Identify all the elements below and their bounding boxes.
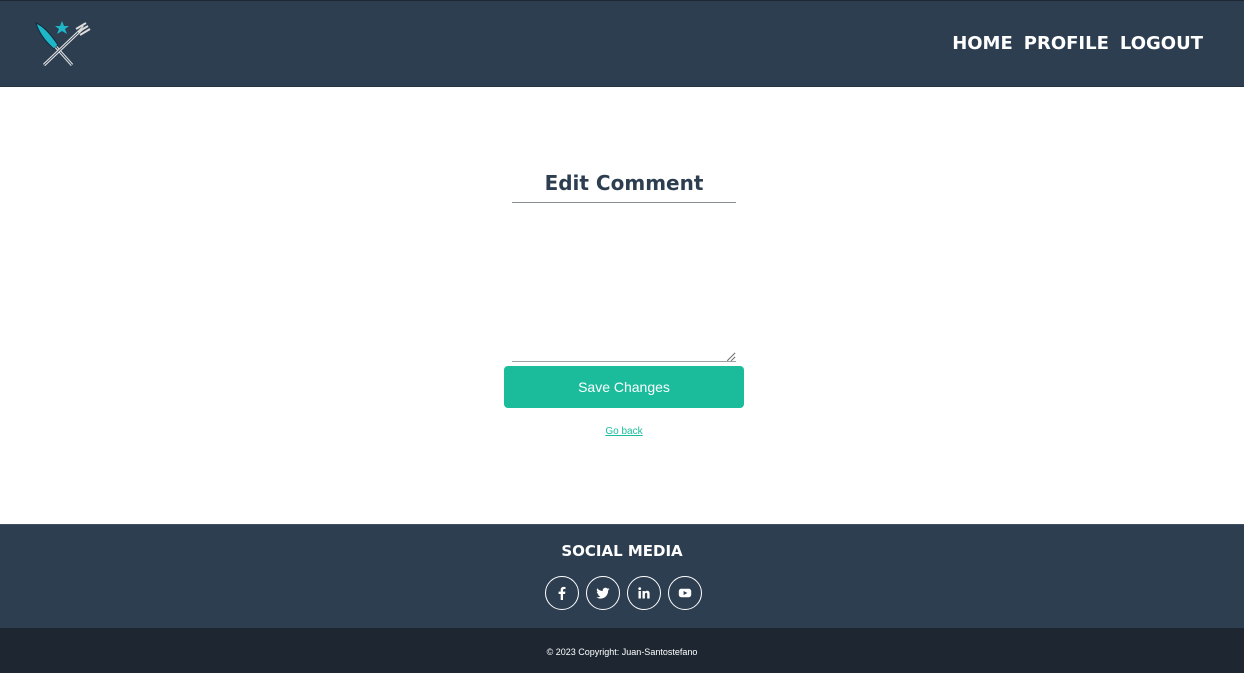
- main-nav: HOME PROFILE LOGOUT: [952, 32, 1203, 56]
- page-title: Edit Comment: [544, 171, 704, 195]
- save-changes-button[interactable]: Save Changes: [504, 366, 744, 408]
- social-icons-row: [545, 576, 702, 610]
- go-back-link[interactable]: Go back: [504, 426, 744, 437]
- nav-profile-link[interactable]: PROFILE: [1024, 32, 1109, 56]
- social-footer: SOCIAL MEDIA: [0, 524, 1244, 628]
- copyright-text: © 2023 Copyright: Juan-Santostefano: [546, 647, 698, 657]
- crossed-knife-fork-logo[interactable]: [32, 19, 92, 71]
- social-media-heading: SOCIAL MEDIA: [561, 542, 683, 560]
- copyright-footer: © 2023 Copyright: Juan-Santostefano: [0, 628, 1244, 673]
- nav-home-link[interactable]: HOME: [952, 32, 1013, 56]
- title-divider: [512, 202, 736, 203]
- facebook-icon[interactable]: [545, 576, 579, 610]
- youtube-icon[interactable]: [668, 576, 702, 610]
- twitter-icon[interactable]: [586, 576, 620, 610]
- site-header: HOME PROFILE LOGOUT: [0, 0, 1244, 87]
- comment-textarea[interactable]: [512, 209, 736, 362]
- linkedin-icon[interactable]: [627, 576, 661, 610]
- nav-logout-link[interactable]: LOGOUT: [1120, 32, 1203, 56]
- resize-handle-icon[interactable]: [727, 353, 735, 361]
- edit-comment-section: Edit Comment Save Changes Go back: [0, 87, 1244, 524]
